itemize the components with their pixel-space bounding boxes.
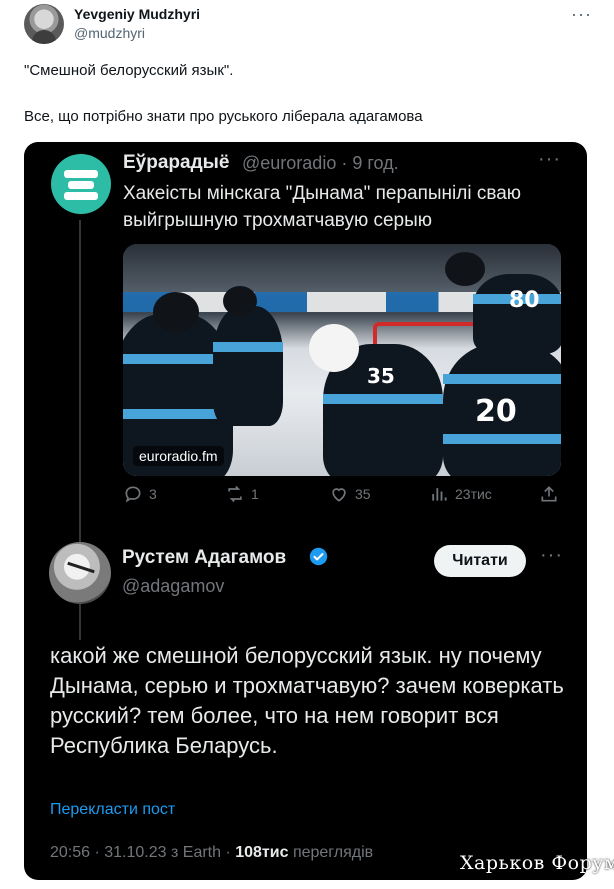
views-icon <box>432 488 447 501</box>
author-handle[interactable]: @mudzhyri <box>74 25 145 41</box>
views-count: 23тис <box>455 486 492 502</box>
tweet-text-line-1: "Смешной белорусский язык". <box>24 62 234 79</box>
repost-count: 1 <box>251 486 259 502</box>
reply-icon <box>125 486 141 503</box>
main-tweet-text: какой же смешной белорусский язык. ну по… <box>50 643 564 758</box>
action-bar: 3 1 35 23тис <box>123 484 563 506</box>
share-button[interactable] <box>539 484 565 504</box>
author-name[interactable]: Yevgeniy Mudzhyri <box>74 6 200 22</box>
follow-button[interactable]: Читати <box>434 545 526 577</box>
hockey-photo[interactable]: 35 20 80 euroradio.fm <box>123 244 561 476</box>
main-author-handle[interactable]: @adagamov <box>122 576 224 597</box>
player <box>213 306 283 426</box>
translate-link[interactable]: Перекласти пост <box>50 801 175 819</box>
views-label: переглядів <box>288 844 374 861</box>
heart-icon <box>332 488 346 502</box>
tweet-text-line-2: Все, що потрібно знати про руського лібе… <box>24 108 423 125</box>
tweet-meta: 20:56 · 31.10.23 з Earth · 108тис перегл… <box>50 844 373 862</box>
jersey-number: 35 <box>367 364 395 388</box>
like-button[interactable]: 35 <box>329 484 371 504</box>
views-count: 108тис <box>235 844 289 861</box>
more-icon[interactable]: ··· <box>571 4 592 25</box>
logo-icon <box>64 170 98 178</box>
reply-count: 3 <box>149 486 157 502</box>
repost-icon <box>228 485 242 503</box>
quoted-tweet-text: Хакеісты мінскага "Дынама" перапынілі св… <box>123 183 522 231</box>
photo-caption: euroradio.fm <box>133 446 224 466</box>
outer-tweet-header: Yevgeniy Mudzhyri @mudzhyri ··· <box>24 4 594 48</box>
player <box>473 274 561 354</box>
euroradio-avatar[interactable] <box>51 154 111 214</box>
jersey-number: 20 <box>475 394 517 429</box>
repost-button[interactable]: 1 <box>225 484 259 504</box>
verified-badge-icon <box>309 547 328 566</box>
main-author-name[interactable]: Рустем Адагамов <box>122 547 286 569</box>
views-button[interactable]: 23тис <box>429 484 492 504</box>
reply-button[interactable]: 3 <box>123 484 157 504</box>
jersey-number: 80 <box>509 288 540 313</box>
embedded-screenshot[interactable]: Еўрарадыё @euroradio · 9 год. ··· Хакеіс… <box>24 142 587 880</box>
avatar[interactable] <box>49 542 111 604</box>
quoted-author-name[interactable]: Еўрарадыё <box>123 152 229 174</box>
share-icon <box>541 486 557 502</box>
like-count: 35 <box>355 486 371 502</box>
more-icon[interactable]: ··· <box>538 148 561 171</box>
goalie-mask <box>309 324 359 372</box>
watermark: Харьков Форум <box>460 852 614 874</box>
avatar[interactable] <box>24 4 64 44</box>
quoted-author-meta: @euroradio · 9 год. <box>242 153 399 173</box>
tweet-timestamp[interactable]: 20:56 · 31.10.23 з Earth · <box>50 844 235 861</box>
more-icon[interactable]: ··· <box>540 544 563 567</box>
